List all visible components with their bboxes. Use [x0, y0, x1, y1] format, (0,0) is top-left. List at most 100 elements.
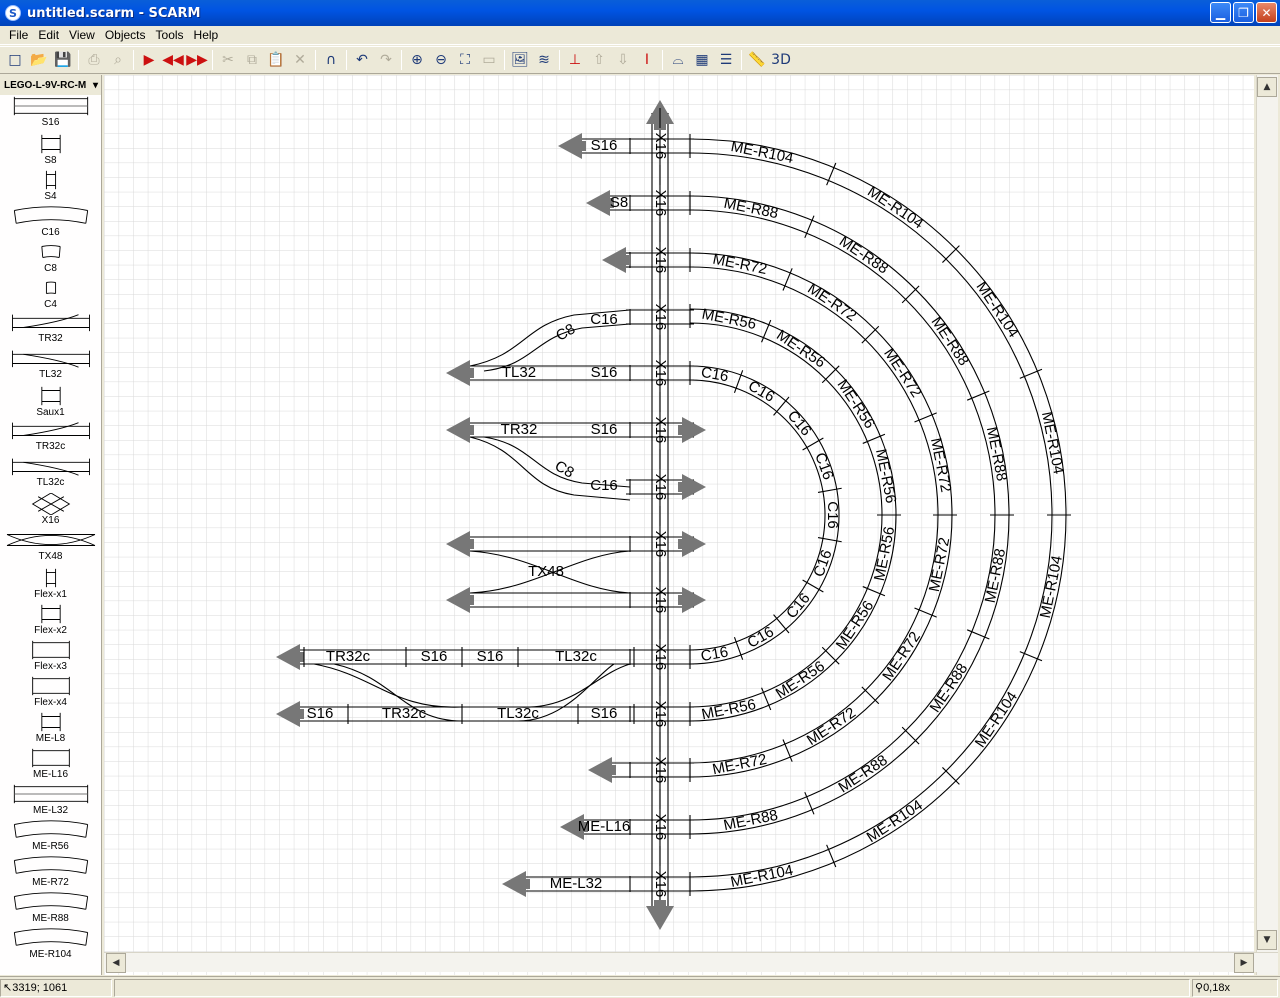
undo-icon[interactable]: ↶	[350, 48, 374, 72]
print-preview-icon[interactable]: ⌕	[106, 48, 130, 72]
straight-label: S16	[421, 648, 448, 665]
zoom-box-icon[interactable]: ▭	[477, 48, 501, 72]
crossing-x16-label: X16	[652, 757, 669, 784]
menu-file[interactable]: File	[4, 28, 33, 42]
menu-view[interactable]: View	[64, 28, 100, 42]
background-image-icon[interactable]: 🖼	[508, 48, 532, 72]
switch-label: TR32c	[326, 648, 371, 665]
redo-icon[interactable]: ↷	[374, 48, 398, 72]
library-part-c4[interactable]: C4	[0, 277, 101, 310]
library-part-me-l32[interactable]: ME-L32	[0, 783, 101, 816]
library-part-flex-x3[interactable]: Flex-x3	[0, 639, 101, 672]
library-part-s8[interactable]: S8	[0, 133, 101, 166]
library-part-tx48[interactable]: TX48	[0, 529, 101, 562]
track-part-icon	[40, 604, 61, 624]
play-icon[interactable]: ▶	[137, 48, 161, 72]
track-part-icon	[45, 170, 56, 190]
3d-view-icon[interactable]: 3D	[769, 48, 793, 72]
bridge-icon[interactable]: ⌓	[666, 48, 690, 72]
fast-forward-icon[interactable]: ▶▶	[185, 48, 209, 72]
library-part-me-r72[interactable]: ME-R72	[0, 855, 101, 888]
scroll-down-button[interactable]: ▼	[1257, 930, 1277, 950]
library-part-saux1[interactable]: Saux1	[0, 385, 101, 418]
library-part-me-r88[interactable]: ME-R88	[0, 891, 101, 924]
roadbed-icon[interactable]: ☰	[714, 48, 738, 72]
track-part-icon	[11, 458, 90, 476]
new-icon[interactable]: □	[3, 48, 27, 72]
track-part-icon	[13, 820, 88, 838]
menu-edit[interactable]: Edit	[33, 28, 64, 42]
layout-canvas[interactable]: X16 X16 X16 X16 X16 X16 X16 X16 X16 X16 X16 X16 X16 X…	[104, 75, 1254, 975]
delete-icon[interactable]: ✕	[288, 48, 312, 72]
insulator-icon[interactable]: Ⅰ	[635, 48, 659, 72]
curve-label: C16	[590, 477, 618, 494]
rewind-icon[interactable]: ◀◀	[161, 48, 185, 72]
scroll-right-button[interactable]: ▶	[1234, 953, 1254, 973]
zoom-in-icon[interactable]: ⊕	[405, 48, 429, 72]
library-part-label: C8	[44, 263, 57, 274]
library-part-me-l8[interactable]: ME-L8	[0, 711, 101, 744]
library-part-x16[interactable]: X16	[0, 493, 101, 526]
menu-help[interactable]: Help	[189, 28, 224, 42]
menu-objects[interactable]: Objects	[100, 28, 151, 42]
track-tool-icon[interactable]: ⊥	[563, 48, 587, 72]
status-bar: ↖ 3319; 1061 ⚲ 0,18x	[0, 976, 1280, 998]
library-part-s16[interactable]: S16	[0, 95, 101, 128]
library-part-me-l16[interactable]: ME-L16	[0, 747, 101, 780]
library-part-label: ME-L16	[32, 769, 68, 780]
print-icon[interactable]: ⎙	[82, 48, 106, 72]
library-part-flex-x1[interactable]: Flex-x1	[0, 567, 101, 600]
library-part-label: ME-L32	[32, 805, 68, 816]
zoom-icon: ⚲	[1195, 982, 1204, 994]
library-part-tl32[interactable]: TL32	[0, 347, 101, 380]
magnet-icon[interactable]: ∩	[319, 48, 343, 72]
library-part-tl32c[interactable]: TL32c	[0, 455, 101, 488]
library-part-label: S16	[41, 117, 60, 128]
library-select[interactable]: LEGO-L-9V-RC-M ▾	[2, 77, 100, 93]
minimize-button[interactable]: ▁	[1210, 2, 1231, 23]
menu-tools[interactable]: Tools	[151, 28, 189, 42]
scarm-app-icon[interactable]: S	[5, 5, 21, 21]
straight-label: ME-L16	[578, 818, 631, 835]
measure-icon[interactable]: 📏	[745, 48, 769, 72]
library-part-label: Flex-x2	[34, 625, 67, 636]
library-part-c8[interactable]: C8	[0, 241, 101, 274]
open-icon[interactable]: 📂	[27, 48, 51, 72]
scroll-left-button[interactable]: ◀	[106, 953, 126, 973]
arc-segment-label: C16	[824, 501, 841, 529]
library-part-s4[interactable]: S4	[0, 169, 101, 202]
zoom-out-icon[interactable]: ⊖	[429, 48, 453, 72]
crossing-x16-label: X16	[652, 190, 669, 217]
track-part-icon	[40, 712, 61, 732]
toolbar-separator	[559, 50, 560, 70]
track-layout-drawing[interactable]: X16 X16 X16 X16 X16 X16 X16 X16 X16 X16 X16 X16 X16 X…	[104, 75, 1254, 975]
library-part-me-r56[interactable]: ME-R56	[0, 819, 101, 852]
close-button[interactable]: ✕	[1256, 2, 1277, 23]
copy-icon[interactable]: ⧉	[240, 48, 264, 72]
library-part-label: ME-R56	[32, 841, 69, 852]
toolbar-separator	[78, 50, 79, 70]
track-part-icon	[11, 314, 90, 332]
crossing-x16-label: X16	[652, 247, 669, 274]
layers-icon[interactable]: ≋	[532, 48, 556, 72]
library-part-flex-x2[interactable]: Flex-x2	[0, 603, 101, 636]
zoom-fit-icon[interactable]: ⛶	[453, 48, 477, 72]
horizontal-scrollbar[interactable]: ◀ ▶	[104, 952, 1278, 973]
library-part-label: TR32c	[35, 441, 66, 452]
restore-button[interactable]: ❐	[1233, 2, 1254, 23]
library-part-me-r104[interactable]: ME-R104	[0, 927, 101, 960]
library-part-tr32[interactable]: TR32	[0, 311, 101, 344]
cut-icon[interactable]: ✂	[216, 48, 240, 72]
tunnel-icon[interactable]: ▦	[690, 48, 714, 72]
height-up-icon[interactable]: ⇧	[587, 48, 611, 72]
library-part-tr32c[interactable]: TR32c	[0, 419, 101, 452]
crossing-x16-label: X16	[652, 360, 669, 387]
vertical-scrollbar[interactable]: ▲ ▼	[1256, 75, 1278, 975]
scroll-up-button[interactable]: ▲	[1257, 77, 1277, 97]
library-part-c16[interactable]: C16	[0, 205, 101, 238]
paste-icon[interactable]: 📋	[264, 48, 288, 72]
save-icon[interactable]: 💾	[51, 48, 75, 72]
library-part-label: TL32	[39, 369, 62, 380]
library-part-flex-x4[interactable]: Flex-x4	[0, 675, 101, 708]
height-down-icon[interactable]: ⇩	[611, 48, 635, 72]
